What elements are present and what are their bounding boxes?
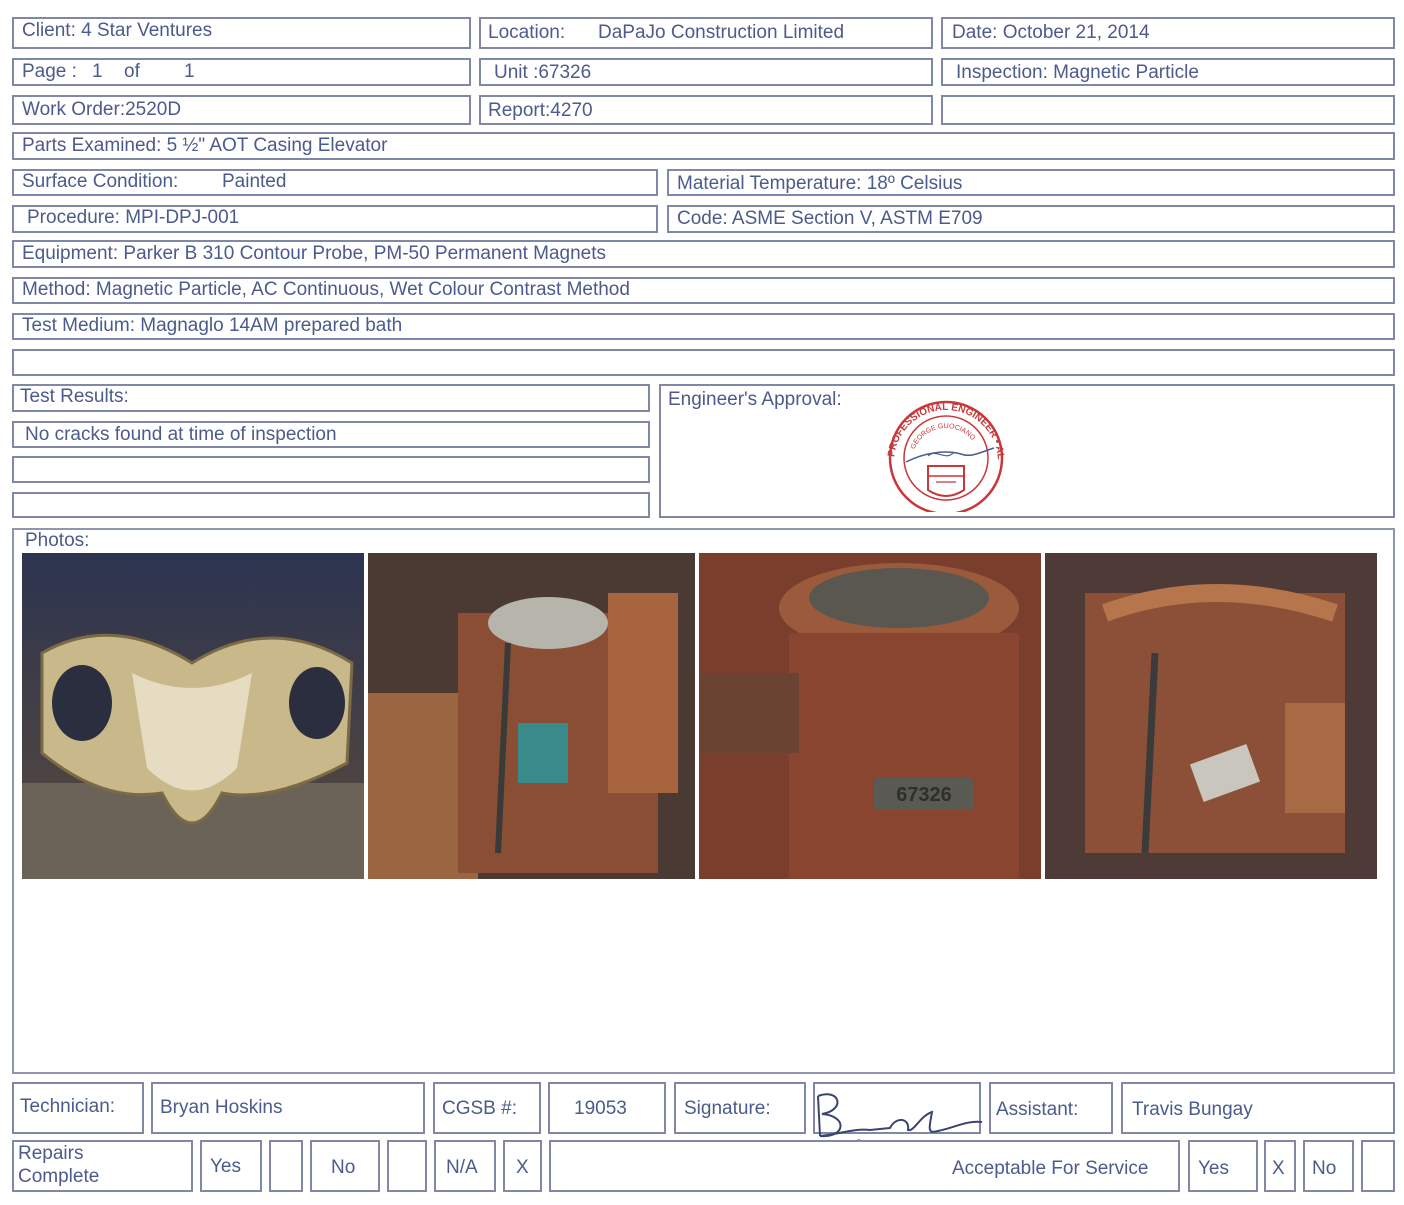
surface-value: Painted	[222, 171, 287, 192]
repairs-na-mark: X	[516, 1157, 529, 1178]
assistant-label: Assistant:	[996, 1099, 1079, 1120]
test-results-label: Test Results:	[20, 386, 129, 407]
unit-text: Unit :67326	[494, 62, 592, 83]
repairs-yes-label: Yes	[210, 1156, 241, 1177]
page-total: 1	[184, 61, 195, 82]
work-order-text: Work Order:2520D	[22, 99, 182, 120]
engineer-stamp-icon: PROFESSIONAL ENGINEER • ALBERTA GEORGE G…	[876, 392, 1006, 512]
blank-header-cell	[941, 95, 1395, 125]
acceptable-yes-mark: X	[1272, 1158, 1285, 1179]
repairs-label-line-1: Repairs	[18, 1143, 84, 1164]
stamp-name-text: GEORGE GUOCIANO	[910, 423, 977, 450]
repairs-no-checkbox[interactable]	[387, 1140, 427, 1192]
blank-detail-row	[12, 349, 1395, 376]
equipment-text: Equipment: Parker B 310 Contour Probe, P…	[22, 243, 607, 264]
parts-examined-text: Parts Examined: 5 ½" AOT Casing Elevator	[22, 135, 388, 156]
repairs-na-label: N/A	[446, 1157, 478, 1178]
code-text: Code: ASME Section V, ASTM E709	[677, 208, 983, 229]
page-label: Page :	[22, 61, 77, 82]
cgsb-number: 19053	[574, 1098, 627, 1119]
page-cell	[12, 58, 471, 86]
acceptable-no-checkbox[interactable]	[1361, 1140, 1395, 1192]
technician-name: Bryan Hoskins	[160, 1097, 283, 1118]
photo-1	[22, 553, 364, 879]
cgsb-label: CGSB #:	[442, 1098, 517, 1119]
test-results-line-2	[12, 456, 650, 483]
photo-2	[368, 553, 695, 879]
photo-3: 67326	[699, 553, 1041, 879]
test-medium-text: Test Medium: Magnaglo 14AM prepared bath	[22, 315, 403, 336]
page-number: 1	[92, 61, 103, 82]
engineer-approval-label: Engineer's Approval:	[668, 389, 842, 410]
location-value: DaPaJo Construction Limited	[598, 22, 845, 43]
inspection-text: Inspection: Magnetic Particle	[956, 62, 1199, 83]
repairs-yes-checkbox[interactable]	[269, 1140, 303, 1192]
photo-3-stamped-number: 67326	[896, 784, 952, 806]
photo-1-image	[22, 553, 364, 879]
test-results-line-3	[12, 492, 650, 518]
photo-3-image: 67326	[699, 553, 1041, 879]
repairs-label-line-2: Complete	[18, 1166, 100, 1187]
report-text: Report:4270	[488, 100, 593, 121]
acceptable-no-label: No	[1312, 1158, 1337, 1179]
photos-label: Photos:	[25, 530, 90, 551]
date-text: Date: October 21, 2014	[952, 22, 1150, 43]
svg-text:GEORGE GUOCIANO: GEORGE GUOCIANO	[910, 423, 977, 450]
client-text: Client: 4 Star Ventures	[22, 20, 213, 41]
acceptable-yes-label: Yes	[1198, 1158, 1229, 1179]
photo-4	[1045, 553, 1377, 879]
assistant-name: Travis Bungay	[1132, 1099, 1253, 1120]
method-text: Method: Magnetic Particle, AC Continuous…	[22, 279, 630, 300]
photo-2-image	[368, 553, 695, 879]
test-results-text: No cracks found at time of inspection	[25, 424, 337, 445]
page-of: of	[124, 61, 140, 82]
technician-label: Technician:	[20, 1096, 116, 1117]
surface-label: Surface Condition:	[22, 171, 179, 192]
procedure-text: Procedure: MPI-DPJ-001	[27, 207, 240, 228]
acceptable-label: Acceptable For Service	[952, 1158, 1149, 1179]
signature-label: Signature:	[684, 1098, 771, 1119]
material-temperature-text: Material Temperature: 18º Celsius	[677, 173, 963, 194]
location-label: Location:	[488, 22, 566, 43]
photo-4-image	[1045, 553, 1377, 879]
repairs-no-label: No	[331, 1157, 356, 1178]
